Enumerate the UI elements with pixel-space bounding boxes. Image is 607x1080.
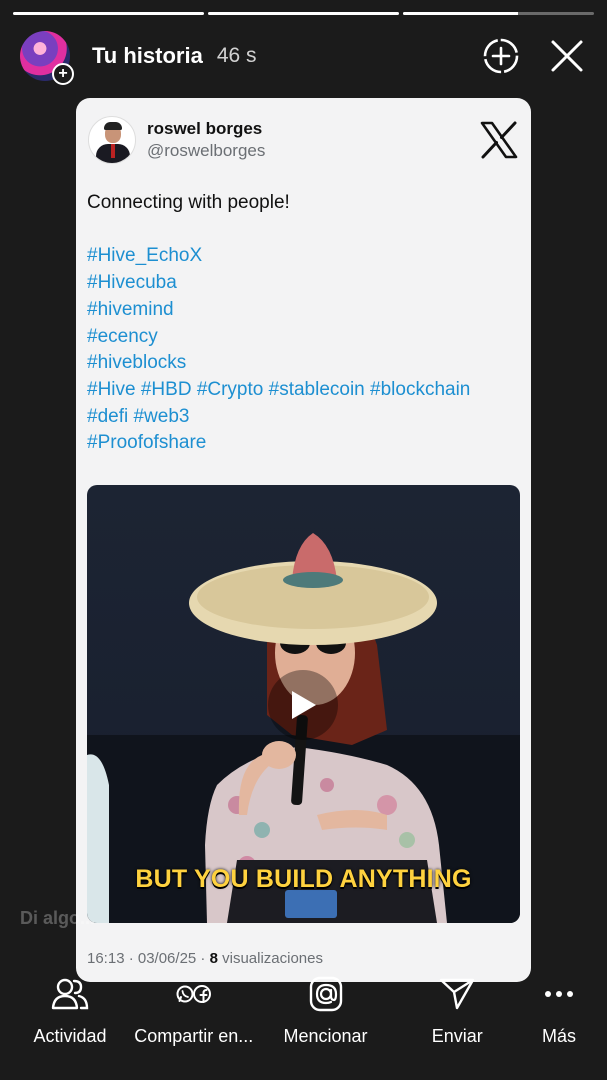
play-icon [292,691,316,719]
share-to-button[interactable]: Compartir en... [134,972,254,1052]
add-story-icon[interactable]: + [52,63,74,85]
add-circle-button[interactable] [481,36,521,76]
hashtag-line[interactable]: #Hive #HBD #Crypto #stablecoin #blockcha… [87,377,521,404]
story-title: Tu historia [92,43,203,68]
send-label: Enviar [431,1026,483,1046]
close-button[interactable] [547,36,587,76]
tweet-body: Connecting with people! #Hive_EchoX #Hiv… [87,190,521,457]
people-icon [51,978,89,1010]
story-progress [13,12,594,15]
tweet-author-handle: @roswelborges [147,141,266,160]
progress-segment [13,12,204,15]
reply-placeholder: Di algo... [20,908,96,928]
tweet-author-avatar [88,116,136,164]
hashtag-line[interactable]: #Proofofshare [87,430,521,457]
tweet-author-name: roswel borges [147,119,263,138]
tweet-views-label: visualizaciones [217,950,323,967]
shared-tweet-card[interactable]: roswel borges @roswelborges Connecting w… [76,98,531,982]
hashtag-line[interactable]: #ecency [87,324,521,351]
hashtag-line[interactable]: #Hivecuba [87,270,521,297]
activity-label: Actividad [33,1026,107,1046]
hashtag-line[interactable]: #hiveblocks [87,350,521,377]
tweet-video[interactable]: BUT YOU BUILD ANYTHING [87,485,520,923]
x-logo-icon [480,121,518,159]
play-button[interactable] [268,670,338,740]
send-icon [440,978,475,1010]
story-action-bar: Actividad Compartir en... Mencionar Envi… [0,972,607,1052]
mention-button[interactable]: Mencionar [266,972,386,1052]
more-icon [545,991,573,997]
add-circle-icon [483,38,519,74]
tweet-datetime: 16:13 · 03/06/25 · [87,950,210,967]
share-apps-icon [176,985,211,1003]
hashtag-line[interactable]: #hivemind [87,297,521,324]
story-header: + Tu historia 46 s [20,30,587,85]
hashtag-line[interactable]: #Hive_EchoX [87,243,521,270]
tweet-header: roswel borges @roswelborges [88,112,519,168]
story-time: 46 s [216,44,257,67]
close-icon [551,40,583,72]
tweet-view-count: 8 [209,950,218,967]
tweet-meta: 16:13 · 03/06/25 · 8 visualizaciones [87,950,323,967]
tweet-text: Connecting with people! [87,192,290,213]
video-caption: BUT YOU BUILD ANYTHING [135,865,472,893]
avatar[interactable]: + [20,31,74,85]
hashtag-line[interactable]: #defi #web3 [87,404,521,431]
activity-button[interactable]: Actividad [18,972,122,1052]
mention-label: Mencionar [283,1026,368,1046]
more-button[interactable]: Más [529,972,589,1052]
more-label: Más [541,1026,576,1046]
share-to-label: Compartir en... [134,1026,254,1046]
send-button[interactable]: Enviar [397,972,517,1052]
progress-segment [403,12,594,15]
progress-segment [208,12,399,15]
mention-icon [309,976,342,1012]
